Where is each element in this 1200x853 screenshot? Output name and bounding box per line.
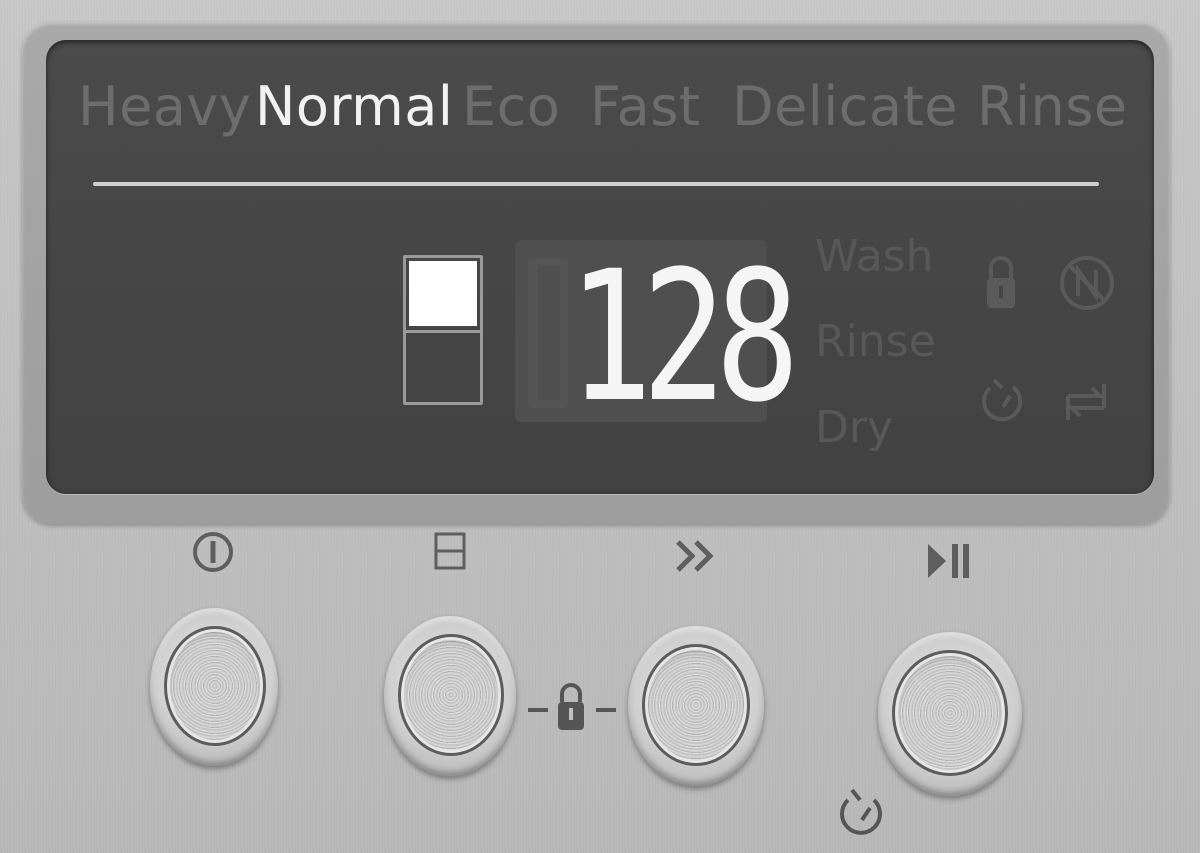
- unlit-digit: [528, 258, 568, 408]
- power-icon: [193, 532, 233, 572]
- program-heavy[interactable]: Heavy: [78, 80, 251, 134]
- play-pause-icon: [928, 544, 969, 578]
- rinse-aid-icon: [1066, 384, 1106, 420]
- half-load-button-face[interactable]: [398, 634, 504, 756]
- program-eco[interactable]: Eco: [462, 80, 560, 134]
- program-button-face[interactable]: [642, 644, 750, 766]
- phase-rinse: Rinse: [815, 316, 936, 367]
- program-delicate[interactable]: Delicate: [732, 80, 958, 134]
- start-pause-button-face[interactable]: [892, 650, 1008, 776]
- start-pause-button[interactable]: [878, 632, 1022, 796]
- half-load-indicator-divider: [406, 330, 480, 333]
- program-fast[interactable]: Fast: [590, 80, 701, 134]
- child-lock-icon: [987, 256, 1015, 308]
- delay-start-icon: [840, 788, 882, 835]
- lock-combo-icon: [528, 683, 616, 730]
- phase-dry: Dry: [815, 402, 894, 453]
- half-load-indicator-top: [409, 261, 477, 326]
- program-normal[interactable]: Normal: [255, 80, 453, 134]
- half-load-button[interactable]: [384, 616, 516, 776]
- no-water-icon: [1060, 256, 1114, 310]
- program-underline: [93, 182, 1099, 186]
- fast-forward-icon: [676, 540, 714, 572]
- program-button[interactable]: [628, 626, 764, 786]
- half-load-icon: [434, 532, 466, 570]
- power-button-face[interactable]: [164, 626, 266, 746]
- remaining-time-display: 128: [568, 233, 800, 442]
- delay-timer-icon: [982, 378, 1023, 422]
- program-rinse[interactable]: Rinse: [977, 80, 1128, 134]
- half-load-indicator: [403, 255, 483, 405]
- phase-wash: Wash: [815, 231, 934, 282]
- power-button[interactable]: [150, 608, 278, 766]
